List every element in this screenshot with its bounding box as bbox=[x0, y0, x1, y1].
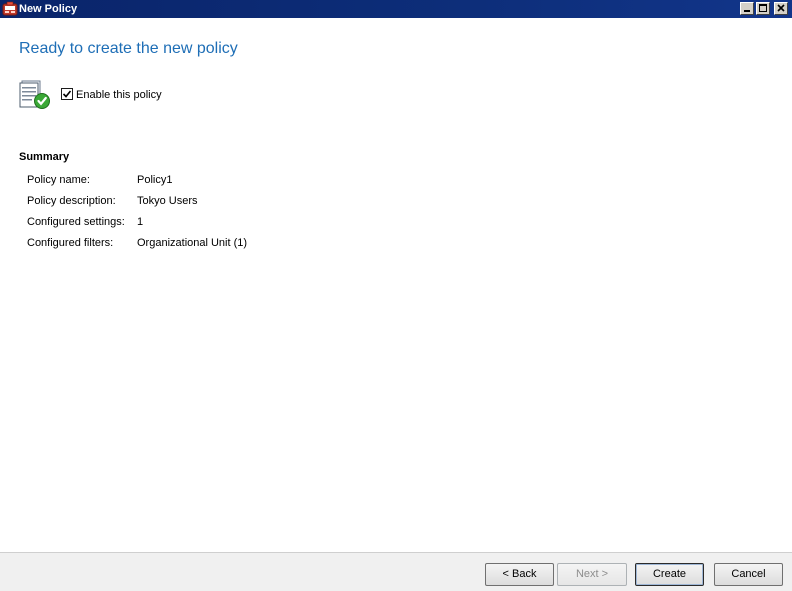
page-heading: Ready to create the new policy bbox=[19, 40, 238, 57]
close-icon bbox=[777, 4, 785, 12]
window-title: New Policy bbox=[19, 3, 78, 15]
checkmark-icon bbox=[62, 90, 72, 98]
title-bar[interactable]: New Policy bbox=[0, 0, 792, 18]
minimize-button[interactable] bbox=[740, 2, 754, 15]
next-button[interactable]: Next > bbox=[557, 563, 627, 586]
policy-description-value: Tokyo Users bbox=[137, 195, 198, 207]
policy-name-value: Policy1 bbox=[137, 174, 173, 186]
maximize-button[interactable] bbox=[756, 2, 770, 15]
configured-filters-value: Organizational Unit (1) bbox=[137, 237, 248, 249]
configured-settings-value: 1 bbox=[137, 216, 144, 228]
minimize-icon bbox=[744, 10, 750, 12]
cancel-button[interactable]: Cancel bbox=[714, 563, 783, 586]
enable-policy-label[interactable]: Enable this policy bbox=[76, 88, 162, 102]
configured-filters-label: Configured filters: bbox=[27, 237, 114, 249]
close-button[interactable] bbox=[774, 2, 788, 15]
back-button[interactable]: < Back bbox=[485, 563, 554, 586]
create-button[interactable]: Create bbox=[635, 563, 704, 586]
policy-document-check-icon bbox=[18, 79, 52, 111]
summary-title: Summary bbox=[19, 151, 70, 163]
policy-name-label: Policy name: bbox=[27, 174, 90, 186]
enable-policy-checkbox[interactable] bbox=[61, 88, 73, 100]
button-bar: < Back Next > Create Cancel bbox=[0, 552, 792, 591]
configured-settings-label: Configured settings: bbox=[27, 216, 125, 228]
maximize-icon bbox=[759, 4, 767, 12]
app-icon bbox=[2, 1, 18, 17]
new-policy-window: New Policy Ready to create the new polic… bbox=[0, 0, 792, 591]
policy-description-label: Policy description: bbox=[27, 195, 116, 207]
